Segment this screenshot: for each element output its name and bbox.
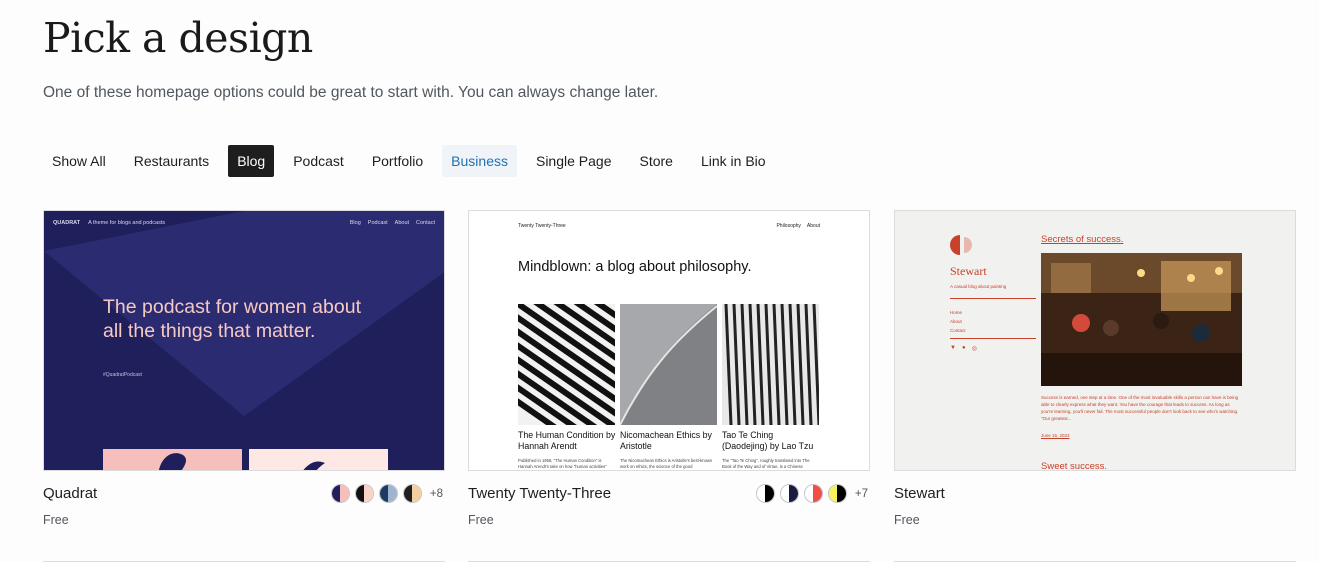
- design-preview-stewart[interactable]: Stewart A casual blog about painting Hom…: [894, 210, 1296, 471]
- preview-tile: [249, 449, 388, 470]
- tab-restaurants[interactable]: Restaurants: [125, 145, 218, 177]
- preview-nav-item: Podcast: [367, 220, 388, 226]
- design-card-quadrat[interactable]: QUADRAT A theme for blogs and podcasts B…: [43, 210, 445, 527]
- category-tabs: Show All Restaurants Blog Podcast Portfo…: [43, 145, 785, 177]
- post-title: Sweet success.: [1041, 461, 1107, 471]
- preview-menu-item: Home: [950, 310, 963, 315]
- preview-menu: Home About Contact: [950, 308, 966, 335]
- style-variations: +7: [751, 484, 868, 503]
- preview-headline: Mindblown: a blog about philosophy.: [518, 259, 752, 275]
- more-variations-count[interactable]: +8: [430, 488, 443, 500]
- design-price: Free: [43, 513, 69, 527]
- preview-nav-item: About: [394, 220, 410, 226]
- post-image: [620, 304, 717, 425]
- page-title: Pick a design: [43, 14, 313, 62]
- style-variation-swatch[interactable]: [402, 484, 422, 503]
- style-variation-swatch[interactable]: [755, 484, 775, 503]
- design-name[interactable]: Quadrat: [43, 485, 97, 502]
- social-links: ▼ ● ◎: [950, 345, 977, 352]
- tab-podcast[interactable]: Podcast: [284, 145, 353, 177]
- stewart-logo-icon: [950, 235, 972, 255]
- post-excerpt: The "Tao Te Ching", roughly translated i…: [722, 458, 810, 469]
- post-title: Secrets of success.: [1041, 234, 1124, 245]
- style-variation-swatch[interactable]: [378, 484, 398, 503]
- post-date: June 15, 2023: [1041, 433, 1070, 438]
- tab-single-page[interactable]: Single Page: [527, 145, 621, 177]
- tab-store[interactable]: Store: [631, 145, 682, 177]
- diagonal-stripes-image: [518, 304, 615, 425]
- post-paragraph: Success is earned, one step at a time. O…: [1041, 395, 1239, 421]
- design-preview-twenty-twenty-three[interactable]: Twenty Twenty-Three Philosophy About Min…: [468, 210, 870, 471]
- post-title: Nicomachean Ethics by Aristotle: [620, 430, 712, 451]
- post-title: Tao Te Ching (Daodejing) by Lao Tzu: [722, 430, 814, 451]
- preview-headline: The podcast for women about all the thin…: [103, 296, 361, 342]
- design-card-stewart[interactable]: Stewart A casual blog about painting Hom…: [894, 210, 1296, 527]
- post-photo: [1041, 253, 1242, 386]
- more-variations-count[interactable]: +7: [855, 488, 868, 500]
- preview-nav-item: Philosophy: [776, 223, 801, 229]
- preview-tagline: A theme for blogs and podcasts: [88, 220, 166, 226]
- tab-portfolio[interactable]: Portfolio: [363, 145, 432, 177]
- design-price: Free: [894, 513, 920, 527]
- design-card-twenty-twenty-three[interactable]: Twenty Twenty-Three Philosophy About Min…: [468, 210, 870, 527]
- preview-site-title: Twenty Twenty-Three: [518, 223, 566, 229]
- post-excerpt: Published in 1958, "The Human Condition"…: [518, 458, 607, 469]
- preview-menu-item: About: [950, 319, 962, 324]
- style-variation-swatch[interactable]: [330, 484, 350, 503]
- preview-menu-item: Contact: [950, 328, 966, 333]
- figure-illustration-icon: [303, 461, 325, 470]
- facebook-icon: ●: [961, 345, 966, 351]
- preview-nav-item: Contact: [416, 220, 435, 226]
- design-name[interactable]: Stewart: [894, 485, 945, 502]
- preview-brand: QUADRAT: [53, 220, 81, 226]
- tab-link-in-bio[interactable]: Link in Bio: [692, 145, 775, 177]
- tab-show-all[interactable]: Show All: [43, 145, 115, 177]
- style-variations: +8: [326, 484, 443, 503]
- preview-tagline: A casual blog about painting: [950, 284, 1007, 289]
- preview-tile: [103, 449, 242, 470]
- post-image: [518, 304, 615, 425]
- figure-illustration-icon: [159, 453, 186, 470]
- divider: [950, 298, 1036, 299]
- preview-nav: QUADRAT A theme for blogs and podcasts B…: [53, 220, 435, 226]
- preview-nav-item: Blog: [349, 220, 361, 226]
- twitter-icon: ▼: [950, 345, 956, 351]
- curved-architecture-image: [620, 304, 717, 425]
- tab-business[interactable]: Business: [442, 145, 517, 177]
- vertical-lines-image: [722, 304, 819, 425]
- preview-hashtag: #QuadratPodcast: [103, 372, 142, 378]
- style-variation-swatch[interactable]: [827, 484, 847, 503]
- preview-nav: Twenty Twenty-Three Philosophy About: [518, 223, 820, 229]
- post-excerpt: The Nicomachean Ethics is Aristotle's be…: [620, 458, 713, 469]
- style-variation-swatch[interactable]: [803, 484, 823, 503]
- post-title: The Human Condition by Hannah Arendt: [518, 430, 616, 451]
- preview-site-title: Stewart: [950, 264, 987, 278]
- page-subtitle: One of these homepage options could be g…: [43, 84, 659, 101]
- style-variation-swatch[interactable]: [779, 484, 799, 503]
- post-image: [722, 304, 819, 425]
- design-name[interactable]: Twenty Twenty-Three: [468, 485, 611, 502]
- restaurant-photo-image: [1041, 253, 1242, 386]
- divider: [950, 338, 1036, 339]
- design-preview-quadrat[interactable]: QUADRAT A theme for blogs and podcasts B…: [43, 210, 445, 471]
- instagram-icon: ◎: [971, 346, 977, 352]
- design-price: Free: [468, 513, 494, 527]
- style-variation-swatch[interactable]: [354, 484, 374, 503]
- preview-nav-item: About: [806, 223, 820, 229]
- tab-blog[interactable]: Blog: [228, 145, 275, 177]
